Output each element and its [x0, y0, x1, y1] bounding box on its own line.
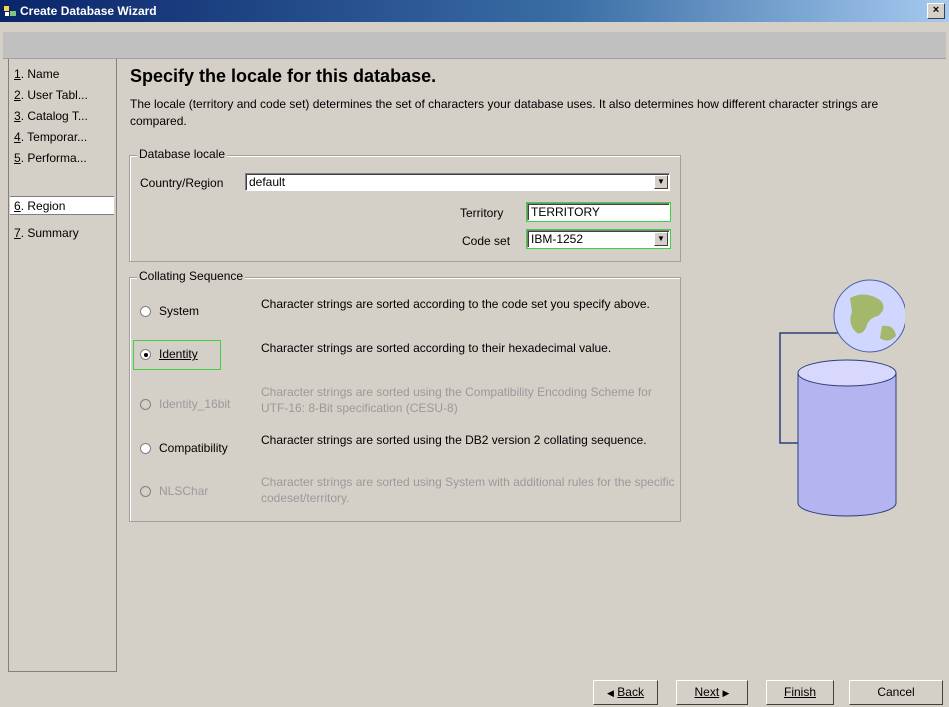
country-region-select[interactable]: default ▼ — [245, 173, 670, 191]
wizard-step-list: 1. Name 2. User Tabl... 3. Catalog T... … — [8, 59, 117, 672]
finish-label: Finish — [783, 685, 816, 699]
radio-button[interactable] — [140, 349, 151, 360]
collating-sequence-title: Collating Sequence — [137, 269, 246, 283]
page-heading: Specify the locale for this database. — [130, 66, 437, 86]
country-region-value: default — [249, 175, 286, 189]
step-performance[interactable]: 5. Performa... — [10, 149, 114, 168]
back-arrow-icon: ◀ — [607, 688, 614, 698]
window-title: Create Database Wizard — [20, 4, 157, 18]
cancel-label: Cancel — [877, 685, 915, 699]
step-label: . Summary — [20, 226, 79, 240]
step-number: 5 — [14, 151, 21, 165]
radio-label-system[interactable]: System — [159, 304, 199, 318]
code-set-select[interactable]: IBM-1252 ▼ — [526, 229, 671, 249]
code-set-value: IBM-1252 — [531, 232, 584, 246]
nlschar-description: Character strings are sorted using Syste… — [261, 475, 675, 505]
code-set-label: Code set — [462, 234, 511, 248]
territory-value: TERRITORY — [531, 205, 600, 219]
back-button[interactable]: ◀ Back — [593, 680, 658, 705]
country-region-label: Country/Region — [140, 176, 224, 190]
step-label: . Temporar... — [20, 130, 88, 144]
step-number: 4 — [14, 130, 21, 144]
step-label: . Name — [20, 67, 60, 81]
next-button[interactable]: Next ▶ — [676, 680, 748, 705]
database-locale-title: Database locale — [137, 147, 228, 161]
step-temporary-tables[interactable]: 4. Temporar... — [10, 128, 114, 147]
title-bar: Create Database Wizard × — [0, 0, 949, 22]
chevron-down-icon[interactable]: ▼ — [654, 232, 668, 246]
step-summary[interactable]: 7. Summary — [10, 224, 114, 243]
territory-field[interactable]: TERRITORY — [526, 202, 671, 222]
step-user-tables[interactable]: 2. User Tabl... — [10, 86, 114, 105]
step-catalog-tables[interactable]: 3. Catalog T... — [10, 107, 114, 126]
next-label: Next — [694, 685, 720, 699]
identity-description: Character strings are sorted according t… — [261, 341, 612, 355]
step-label: . Region — [20, 199, 66, 213]
radio-label-identity-16bit: Identity_16bit — [159, 397, 231, 411]
page-description: The locale (territory and code set) dete… — [130, 97, 879, 128]
chevron-down-icon[interactable]: ▼ — [654, 175, 668, 189]
radio-button[interactable] — [140, 443, 151, 454]
step-number: 6 — [14, 199, 21, 213]
radio-label-nlschar: NLSChar — [159, 484, 209, 498]
step-region[interactable]: 6. Region — [10, 196, 114, 215]
radio-label-identity[interactable]: Identity — [159, 347, 198, 361]
radio-label-compatibility[interactable]: Compatibility — [159, 441, 228, 455]
step-label: . Catalog T... — [20, 109, 88, 123]
radio-button — [140, 486, 151, 497]
wizard-banner — [3, 32, 946, 59]
finish-button[interactable]: Finish — [766, 680, 834, 705]
system-description: Character strings are sorted according t… — [261, 297, 650, 311]
database-globe-icon — [779, 279, 905, 517]
step-number: 1 — [14, 67, 21, 81]
compatibility-description: Character strings are sorted using the D… — [261, 433, 647, 447]
close-button[interactable]: × — [927, 3, 945, 19]
step-number: 3 — [14, 109, 21, 123]
wizard-app-icon — [4, 6, 16, 16]
cancel-button[interactable]: Cancel — [849, 680, 943, 705]
step-label: . Performa... — [20, 151, 87, 165]
radio-button — [140, 399, 151, 410]
step-number: 2 — [14, 88, 21, 102]
step-number: 7 — [14, 226, 21, 240]
next-arrow-icon: ▶ — [722, 688, 730, 698]
identity-16bit-description: Character strings are sorted using the C… — [261, 385, 652, 415]
step-label: . User Tabl... — [20, 88, 88, 102]
territory-label: Territory — [460, 206, 504, 220]
radio-button[interactable] — [140, 306, 151, 317]
back-label: Back — [617, 685, 644, 699]
step-name[interactable]: 1. Name — [10, 65, 114, 84]
